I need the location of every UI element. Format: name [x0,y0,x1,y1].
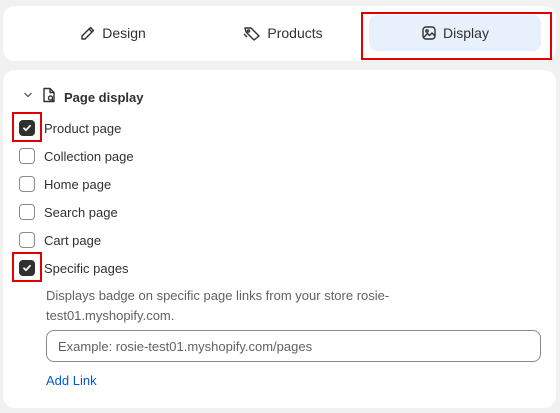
section-title: Page display [64,89,144,105]
specific-page-url-input[interactable] [46,330,541,362]
page-icon [42,87,56,108]
option-collection-page[interactable]: Collection page [19,147,134,165]
chevron-down-icon[interactable] [22,88,34,106]
tab-products-label: Products [267,25,323,41]
add-link-button[interactable]: Add Link [46,373,97,388]
checkbox-cart-page[interactable] [19,232,35,248]
checkbox-home-page[interactable] [19,176,35,192]
option-search-page[interactable]: Search page [19,203,118,221]
section-header[interactable]: Page display [22,87,144,108]
tab-products[interactable]: Products [213,15,353,51]
tab-design-label: Design [102,25,146,41]
option-label: Specific pages [44,260,129,276]
checkbox-collection-page[interactable] [19,148,35,164]
option-label: Cart page [44,232,102,248]
option-label: Home page [44,176,112,192]
tab-design[interactable]: Design [43,15,183,51]
tag-icon [243,25,261,41]
highlight-box-product-page [12,112,42,142]
option-label: Collection page [44,148,134,164]
specific-pages-help-text: Displays badge on specific page links fr… [46,288,390,323]
checkbox-search-page[interactable] [19,204,35,220]
pencil-icon [80,25,96,41]
highlight-box-display-tab [361,12,552,60]
option-home-page[interactable]: Home page [19,175,111,193]
option-cart-page[interactable]: Cart page [19,231,101,249]
highlight-box-specific-pages [12,252,42,282]
option-label: Product page [44,120,122,136]
option-label: Search page [44,204,118,220]
